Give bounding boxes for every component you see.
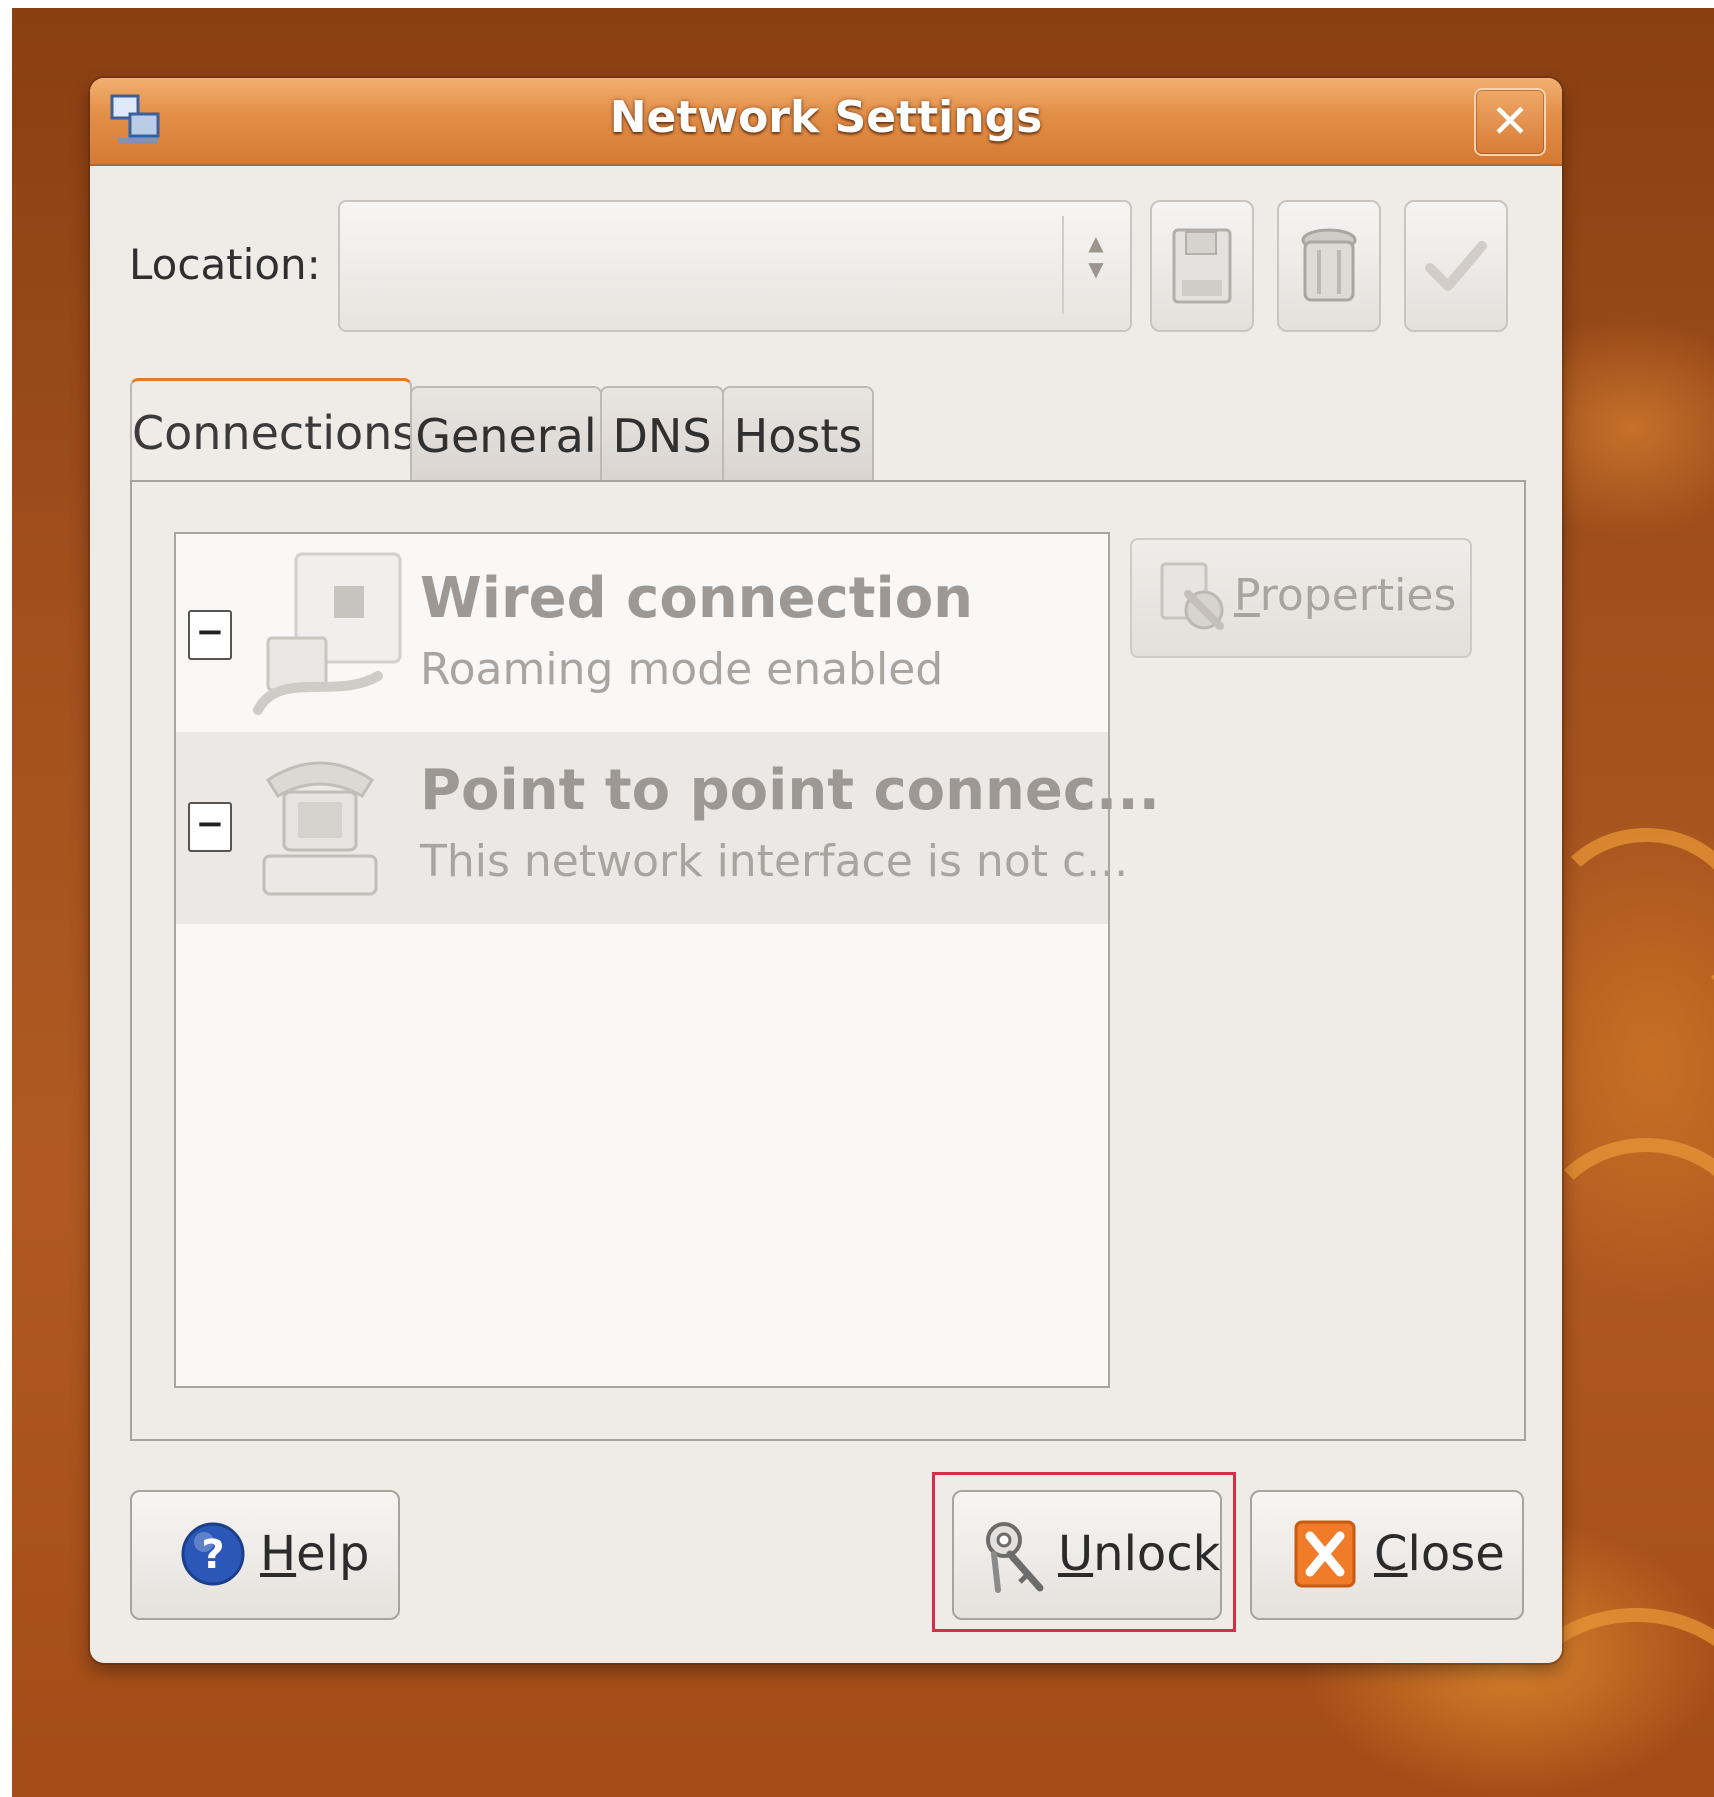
properties-label: Properties — [1234, 570, 1457, 621]
location-label: Location: — [129, 240, 321, 289]
delete-icon — [1301, 228, 1357, 302]
help-label: Help — [260, 1526, 370, 1582]
properties-icon — [1160, 562, 1224, 630]
tab-dns[interactable]: DNS — [600, 386, 724, 484]
apply-icon — [1425, 241, 1487, 291]
unlock-highlight-box — [932, 1472, 1236, 1632]
close-icon — [1294, 1520, 1356, 1588]
connection-status: Roaming mode enabled — [420, 644, 944, 695]
connection-name: Wired connection — [420, 566, 974, 631]
save-icon — [1172, 228, 1232, 304]
tab-general[interactable]: General — [410, 386, 602, 484]
expander-toggle[interactable]: − — [188, 610, 232, 660]
svg-text:?: ? — [201, 1532, 224, 1578]
network-settings-window: Network Settings ✕ Location: ▲ ▼ Connecti… — [90, 78, 1562, 1663]
connections-list[interactable]: − Wired connection Roaming mode enabled … — [174, 532, 1160, 1388]
properties-button[interactable]: Properties — [1130, 538, 1472, 658]
help-button[interactable]: ? Help — [130, 1490, 400, 1620]
list-item-wired[interactable]: − Wired connection Roaming mode enabled — [176, 540, 1108, 732]
delete-location-button[interactable] — [1277, 200, 1381, 332]
title-bar[interactable]: Network Settings ✕ — [90, 78, 1562, 166]
window-close-button[interactable]: ✕ — [1474, 88, 1546, 156]
connection-status: This network interface is not c... — [420, 836, 1129, 887]
combo-separator — [1062, 216, 1064, 314]
tab-hosts[interactable]: Hosts — [722, 386, 874, 484]
wallpaper-swirl — [1542, 828, 1714, 1016]
window-title: Network Settings — [609, 92, 1043, 143]
tab-connections[interactable]: Connections — [130, 378, 416, 485]
combo-arrows-icon[interactable]: ▲ ▼ — [1082, 230, 1110, 300]
save-location-button[interactable] — [1150, 200, 1254, 332]
close-label: Close — [1374, 1526, 1505, 1582]
help-icon: ? — [181, 1522, 245, 1586]
close-button[interactable]: Close — [1250, 1490, 1524, 1620]
location-combobox[interactable]: ▲ ▼ — [338, 200, 1132, 332]
expander-toggle[interactable]: − — [188, 802, 232, 852]
list-item-ppp[interactable]: − Point to point connec... This network … — [176, 732, 1160, 924]
apply-location-button[interactable] — [1404, 200, 1508, 332]
telephone-modem-icon — [262, 761, 378, 896]
wired-network-icon — [253, 552, 402, 715]
connection-name: Point to point connec... — [420, 758, 1160, 823]
